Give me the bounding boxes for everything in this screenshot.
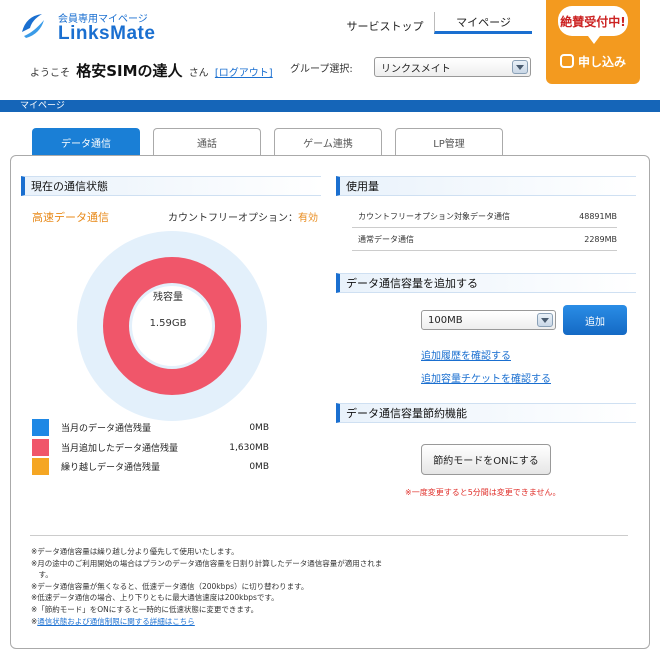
- usage-value: 2289MB: [584, 235, 617, 244]
- add-capacity-value: 100MB: [428, 314, 463, 326]
- saving-mode-button[interactable]: 節約モードをONにする: [421, 444, 551, 475]
- promo-bubble: 絶賛受付中!: [558, 6, 628, 44]
- note-line: ※データ通信容量は繰り越し分より優先して使用いたします。: [31, 547, 239, 556]
- legend-name: 当月追加したデータ通信残量: [61, 444, 179, 454]
- apply-button-label: 申し込み: [577, 54, 626, 69]
- tab-call[interactable]: 通話: [153, 128, 261, 155]
- table-row: 通常データ通信 2289MB: [352, 229, 617, 251]
- nav-service-top[interactable]: サービストップ: [336, 12, 434, 40]
- count-free-option: カウントフリーオプション：有効: [168, 209, 318, 224]
- tab-game[interactable]: ゲーム連携: [274, 128, 382, 155]
- group-select-value: リンクスメイト: [381, 63, 451, 75]
- legend-item: 当月追加したデータ通信残量 1,630MB: [32, 439, 269, 456]
- remain-label: 残容量: [153, 292, 183, 303]
- apply-button[interactable]: 申し込み: [554, 50, 632, 72]
- note-line: ※月の途中のご利用開始の場合はプランのデータ通信容量を日割り計算したデータ通信容…: [31, 558, 383, 568]
- add-capacity-select[interactable]: 100MB: [421, 310, 556, 330]
- notes: ※データ通信容量は繰り越し分より優先して使用いたします。 ※月の途中のご利用開始…: [31, 546, 621, 627]
- saving-heading: データ通信容量節約機能: [336, 403, 636, 423]
- note-line: ※低速データ通信の場合、上り下りともに最大通信速度は200kbpsです。: [31, 593, 279, 603]
- logout-link[interactable]: [ログアウト]: [215, 68, 273, 79]
- welcome-prefix: ようこそ: [30, 68, 70, 79]
- apply-promo[interactable]: 絶賛受付中! 申し込み: [546, 0, 640, 84]
- logo-text: LinksMate: [58, 23, 156, 44]
- legend-name: 繰り越しデータ通信残量: [61, 463, 161, 473]
- chevron-down-icon: [512, 60, 528, 74]
- nav-mypage[interactable]: マイページ: [434, 12, 532, 34]
- legend-value: 0MB: [249, 422, 269, 433]
- legend-swatch: [32, 419, 49, 436]
- top-nav: サービストップ マイページ: [336, 12, 532, 40]
- welcome-suffix: さん: [188, 68, 209, 79]
- breadcrumb: マイページ: [0, 100, 660, 112]
- hand-pointer-icon: [559, 54, 574, 68]
- note-line: す。: [31, 570, 53, 580]
- logo-icon: [22, 14, 44, 38]
- add-history-link[interactable]: 追加履歴を確認する: [421, 347, 511, 362]
- breadcrumb-current: マイページ: [20, 101, 65, 111]
- add-ticket-link[interactable]: 追加容量チケットを確認する: [421, 370, 551, 385]
- remain-value: 1.59GB: [149, 318, 187, 329]
- status-heading: 現在の通信状態: [21, 176, 321, 196]
- option-value: 有効: [298, 213, 318, 224]
- usage-value: 48891MB: [579, 212, 617, 221]
- group-select[interactable]: リンクスメイト: [374, 57, 531, 77]
- details-link[interactable]: 通信状態および通信制限に関する詳細はこちら: [37, 617, 195, 626]
- table-row: カウントフリーオプション対象データ通信 48891MB: [352, 206, 617, 228]
- legend-item: 繰り越しデータ通信残量 0MB: [32, 458, 269, 475]
- logo[interactable]: 会員専用マイページ LinksMate: [18, 8, 178, 44]
- saving-warning: ※一度変更すると5分間は変更できません。: [405, 488, 561, 497]
- legend-item: 当月のデータ通信残量 0MB: [32, 419, 269, 436]
- donut-center: 残容量 1.59GB: [123, 290, 213, 342]
- note-line: ※「節約モード」をONにすると一時的に低速状態に変更できます。: [31, 604, 259, 614]
- group-select-label: グループ選択:: [290, 64, 353, 75]
- legend-name: 当月のデータ通信残量: [61, 424, 152, 434]
- legend-value: 1,630MB: [229, 442, 269, 453]
- tab-lp[interactable]: LP管理: [395, 128, 503, 155]
- usage-label: 通常データ通信: [358, 235, 414, 244]
- legend-swatch: [32, 439, 49, 456]
- usage-label: カウントフリーオプション対象データ通信: [358, 212, 510, 221]
- speed-status: 高速データ通信: [32, 211, 109, 224]
- legend-value: 0MB: [249, 461, 269, 472]
- chevron-down-icon: [537, 313, 553, 327]
- note-line: ※データ通信容量が無くなると、低速データ通信（200kbps）に切り替わります。: [31, 581, 309, 591]
- tab-data[interactable]: データ通信: [32, 128, 140, 155]
- add-button[interactable]: 追加: [563, 305, 627, 335]
- user-name: 格安SIMの達人: [76, 62, 183, 80]
- divider: [30, 535, 628, 536]
- legend-swatch: [32, 458, 49, 475]
- usage-heading: 使用量: [336, 176, 636, 196]
- option-label: カウントフリーオプション：: [168, 213, 298, 224]
- welcome-message: ようこそ 格安SIMの達人 さん [ログアウト]: [30, 60, 273, 81]
- header: 会員専用マイページ LinksMate ようこそ 格安SIMの達人 さん [ログ…: [0, 0, 660, 100]
- add-capacity-heading: データ通信容量を追加する: [336, 273, 636, 293]
